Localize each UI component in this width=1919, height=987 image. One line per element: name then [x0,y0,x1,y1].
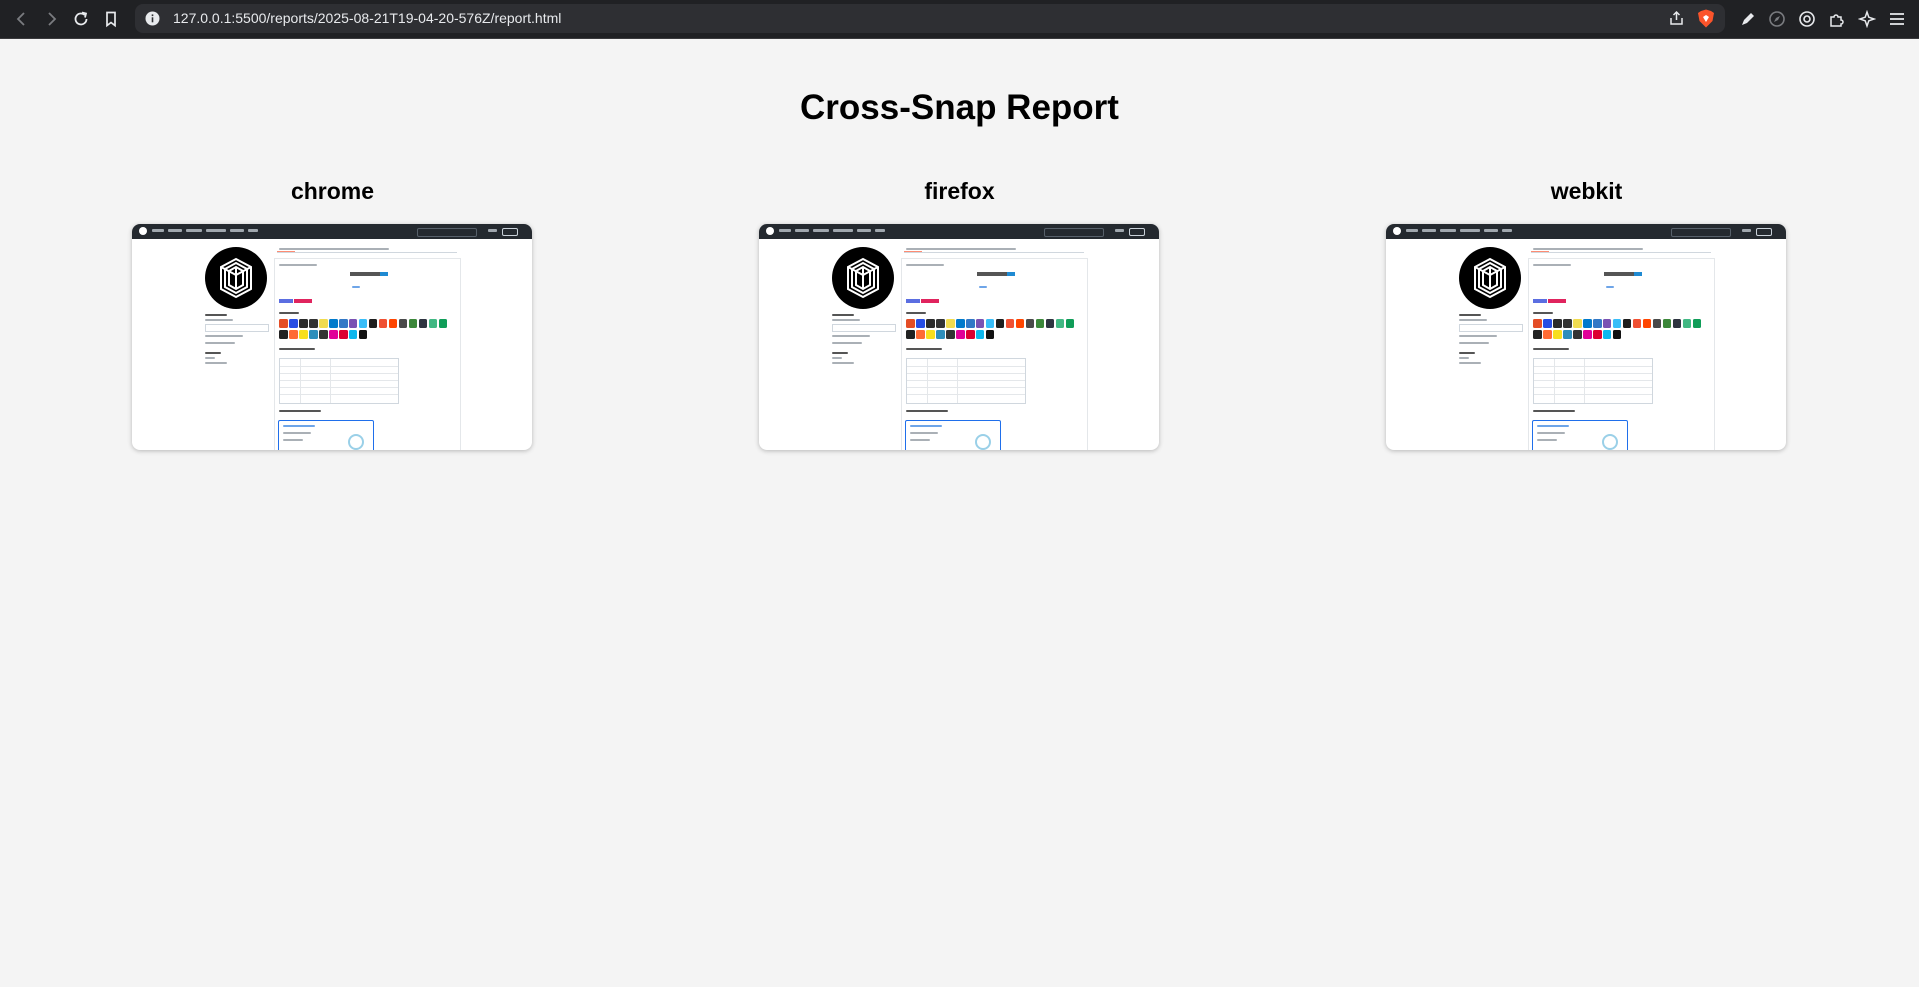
stack-icons-row-1 [906,319,1075,328]
stack-icons-row-2 [906,330,995,339]
report-card-chrome: chrome [132,176,533,450]
stack-heading [279,312,299,314]
projects-heading [1533,348,1569,350]
github-stats-card [1532,420,1628,450]
browser-toolbar: 127.0.0.1:5500/reports/2025-08-21T19-04-… [0,0,1919,39]
card-title: chrome [290,178,375,204]
screenshot-thumbnail[interactable] [759,224,1159,450]
wallet-icon[interactable] [1795,7,1819,31]
screenshot-thumbnail[interactable] [132,224,532,450]
reload-icon[interactable] [69,7,93,31]
github-logo-icon [766,227,774,235]
avatar [1459,247,1521,309]
github-header [132,224,532,239]
extensions-icon[interactable] [1825,7,1849,31]
card-title: firefox [924,178,995,204]
github-logo-icon [139,227,147,235]
menu-icon[interactable] [1885,7,1909,31]
forward-icon[interactable] [39,7,63,31]
avatar [832,247,894,309]
stats-heading [906,410,948,412]
projects-table [279,358,399,404]
bookmark-icon[interactable] [99,7,123,31]
report-card-firefox: firefox [759,176,1160,450]
github-header [1386,224,1786,239]
github-stats-card [905,420,1001,450]
stack-icons-row-2 [279,330,368,339]
projects-heading [906,348,942,350]
brave-shields-icon[interactable] [1697,9,1715,28]
projects-table [906,358,1026,404]
stack-heading [906,312,926,314]
url-text[interactable]: 127.0.0.1:5500/reports/2025-08-21T19-04-… [173,10,561,26]
info-icon[interactable] [145,11,160,26]
pen-icon[interactable] [1736,7,1760,31]
report-card-webkit: webkit [1386,176,1787,450]
github-logo-icon [1393,227,1401,235]
stack-icons-row-1 [1533,319,1702,328]
stack-icons-row-1 [279,319,448,328]
projects-heading [279,348,315,350]
stats-heading [1533,410,1575,412]
card-title: webkit [1550,178,1623,204]
projects-table [1533,358,1653,404]
stack-heading [1533,312,1553,314]
leo-icon[interactable] [1765,7,1789,31]
back-icon[interactable] [10,7,34,31]
github-stats-card [278,420,374,450]
screenshot-thumbnail[interactable] [1386,224,1786,450]
page-title: Cross-Snap Report [800,88,1119,127]
address-bar[interactable]: 127.0.0.1:5500/reports/2025-08-21T19-04-… [135,4,1725,33]
stats-heading [279,410,321,412]
stack-icons-row-2 [1533,330,1622,339]
share-icon[interactable] [1668,10,1685,27]
ai-icon[interactable] [1855,7,1879,31]
github-header [759,224,1159,239]
avatar [205,247,267,309]
